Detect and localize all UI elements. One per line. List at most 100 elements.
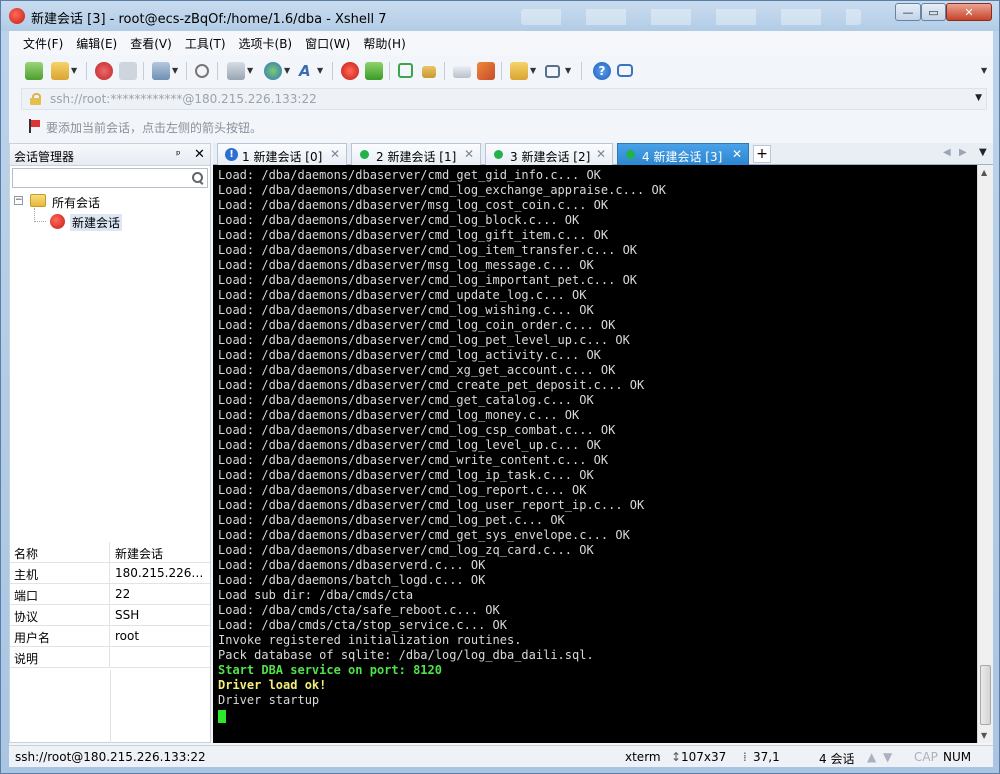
- xftp-icon[interactable]: [365, 62, 383, 80]
- tab-scroll-right-icon[interactable]: ▶: [959, 147, 967, 158]
- property-row: 端口 22: [10, 584, 210, 605]
- tab-close-icon[interactable]: ✕: [596, 147, 606, 161]
- tab-bar: + ◀ ▶ ▼ ! 1 新建会话 [0] ✕ 2 新建会话 [1] ✕ 3 新建会话 [2…: [213, 143, 993, 165]
- toolbar-overflow-icon[interactable]: ▼: [981, 66, 987, 75]
- terminal-line: Load: /dba/daemons/dbaserver/cmd_log_pet…: [218, 333, 630, 347]
- tab-session-1[interactable]: ! 1 新建会话 [0] ✕: [217, 143, 347, 165]
- property-row: 协议 SSH: [10, 605, 210, 626]
- address-text[interactable]: ssh://root:************@180.215.226.133:…: [50, 92, 317, 106]
- menu-item[interactable]: 窗口(W): [305, 35, 350, 52]
- maximize-button[interactable]: ▭: [921, 3, 946, 21]
- terminal-line: Load: /dba/daemons/dbaserver/cmd_log_rep…: [218, 483, 587, 497]
- tab-list-icon[interactable]: ▼: [979, 147, 987, 158]
- add-folder-icon[interactable]: [510, 62, 528, 80]
- keyboard-icon[interactable]: [453, 66, 471, 78]
- status-term-type: xterm: [625, 750, 661, 764]
- chevron-down-icon[interactable]: ▼: [530, 66, 536, 75]
- terminal-line: Load: /dba/daemons/dbaserver/cmd_xg_get_…: [218, 363, 616, 377]
- terminal-line: Load: /dba/daemons/dbaserver/cmd_create_…: [218, 378, 645, 392]
- menu-item[interactable]: 帮助(H): [363, 35, 405, 52]
- terminal-line: Load: /dba/daemons/dbaserver/cmd_log_exc…: [218, 183, 666, 197]
- terminal-line: Driver load ok!: [218, 678, 327, 692]
- menu-item[interactable]: 文件(F): [23, 35, 63, 52]
- status-size: 107x37: [681, 750, 727, 764]
- transfer-icon[interactable]: [227, 62, 245, 80]
- close-icon[interactable]: ✕: [194, 147, 205, 162]
- pin-icon[interactable]: ᵖ: [176, 148, 181, 161]
- layout-icon[interactable]: [545, 65, 560, 78]
- new-session-icon[interactable]: [25, 62, 43, 80]
- add-session-arrow-icon[interactable]: [27, 119, 41, 133]
- terminal[interactable]: Load: /dba/daemons/dbaserver/cmd_get_gid…: [213, 165, 977, 743]
- xshell-icon[interactable]: [341, 62, 359, 80]
- terminal-cursor: [218, 710, 226, 723]
- tab-close-icon[interactable]: ✕: [464, 147, 474, 161]
- add-tab-button[interactable]: +: [753, 145, 771, 163]
- session-manager-panel: 会话管理器 ᵖ ✕ − 所有会话 新建会话 名称 新建会话 主机 180.215.22…: [9, 143, 211, 743]
- disconnect-icon[interactable]: [119, 62, 137, 80]
- title-bar-blur: [521, 9, 861, 25]
- find-icon[interactable]: [195, 64, 209, 78]
- terminal-line: Load: /dba/daemons/dbaserverd.c... OK: [218, 558, 486, 572]
- chevron-down-icon[interactable]: ▼: [975, 93, 982, 103]
- highlight-icon[interactable]: [477, 62, 495, 80]
- chevron-down-icon[interactable]: ▼: [284, 66, 290, 75]
- globe-icon[interactable]: [264, 62, 282, 80]
- chevron-down-icon[interactable]: ▼: [317, 66, 323, 75]
- scroll-thumb[interactable]: [980, 665, 991, 725]
- terminal-scrollbar[interactable]: ▲ ▼: [977, 165, 993, 743]
- terminal-line: Load: /dba/daemons/dbaserver/msg_log_mes…: [218, 258, 594, 272]
- session-search-input[interactable]: [12, 168, 208, 188]
- open-folder-icon[interactable]: [51, 62, 69, 80]
- tab-session-4[interactable]: 4 新建会话 [3] ✕: [617, 143, 749, 165]
- session-icon: [50, 214, 65, 229]
- menu-item[interactable]: 选项卡(B): [239, 35, 293, 52]
- terminal-line: Load: /dba/daemons/dbaserver/cmd_log_use…: [218, 498, 645, 512]
- tab-close-icon[interactable]: ✕: [732, 147, 742, 161]
- fullscreen-icon[interactable]: [398, 63, 413, 78]
- property-row: 主机 180.215.226.1...: [10, 563, 210, 584]
- address-bar[interactable]: ssh://root:************@180.215.226.133:…: [21, 88, 987, 110]
- connect-icon[interactable]: [95, 62, 113, 80]
- terminal-line: Load: /dba/daemons/dbaserver/cmd_log_mon…: [218, 408, 580, 422]
- session-up-icon[interactable]: ▲: [867, 750, 876, 764]
- chevron-down-icon[interactable]: ▼: [71, 66, 77, 75]
- connected-status-icon: [626, 150, 635, 159]
- chevron-down-icon[interactable]: ▼: [247, 66, 253, 75]
- menu-item[interactable]: 查看(V): [130, 35, 172, 52]
- search-icon[interactable]: [192, 172, 204, 184]
- help-icon[interactable]: ?: [593, 62, 611, 80]
- session-down-icon[interactable]: ▼: [883, 750, 892, 764]
- property-key: 用户名: [10, 626, 110, 647]
- terminal-line: Start DBA service on port: 8120: [218, 663, 442, 677]
- terminal-line: Load: /dba/daemons/dbaserver/cmd_get_gid…: [218, 168, 601, 182]
- tab-session-3[interactable]: 3 新建会话 [2] ✕: [485, 143, 613, 165]
- menu-item[interactable]: 工具(T): [185, 35, 226, 52]
- toolbar-separator: [444, 62, 445, 80]
- scroll-down-icon[interactable]: ▼: [981, 731, 987, 740]
- chevron-down-icon[interactable]: ▼: [565, 66, 571, 75]
- lock-toolbar-icon[interactable]: [422, 66, 436, 78]
- tab-label: 2 新建会话 [1]: [376, 150, 457, 164]
- tab-scroll-left-icon[interactable]: ◀: [943, 147, 951, 158]
- font-icon[interactable]: A: [299, 62, 317, 80]
- session-manager-title: 会话管理器: [14, 150, 75, 164]
- property-value: 新建会话: [115, 547, 164, 561]
- tab-session-2[interactable]: 2 新建会话 [1] ✕: [351, 143, 481, 165]
- menu-item[interactable]: 编辑(E): [76, 35, 117, 52]
- tree-collapse-icon[interactable]: −: [14, 196, 23, 205]
- scroll-up-icon[interactable]: ▲: [981, 168, 987, 177]
- chevron-down-icon[interactable]: ▼: [172, 66, 178, 75]
- properties-icon[interactable]: [152, 62, 170, 80]
- terminal-line: Load: /dba/daemons/dbaserver/cmd_log_gif…: [218, 228, 609, 242]
- close-button[interactable]: ✕: [946, 3, 992, 21]
- status-connection: ssh://root@180.215.226.133:22: [15, 750, 206, 764]
- tab-label: 1 新建会话 [0]: [242, 150, 323, 164]
- tab-close-icon[interactable]: ✕: [330, 147, 340, 161]
- chat-icon[interactable]: [617, 64, 633, 77]
- terminal-line: Load: /dba/daemons/dbaserver/cmd_log_coi…: [218, 318, 616, 332]
- title-bar[interactable]: 新建会话 [3] - root@ecs-zBqOf:/home/1.6/dba …: [1, 1, 999, 31]
- tab-label: 4 新建会话 [3]: [642, 150, 723, 164]
- terminal-line: Load: /dba/daemons/dbaserver/cmd_log_ite…: [218, 243, 638, 257]
- minimize-button[interactable]: —: [895, 3, 921, 21]
